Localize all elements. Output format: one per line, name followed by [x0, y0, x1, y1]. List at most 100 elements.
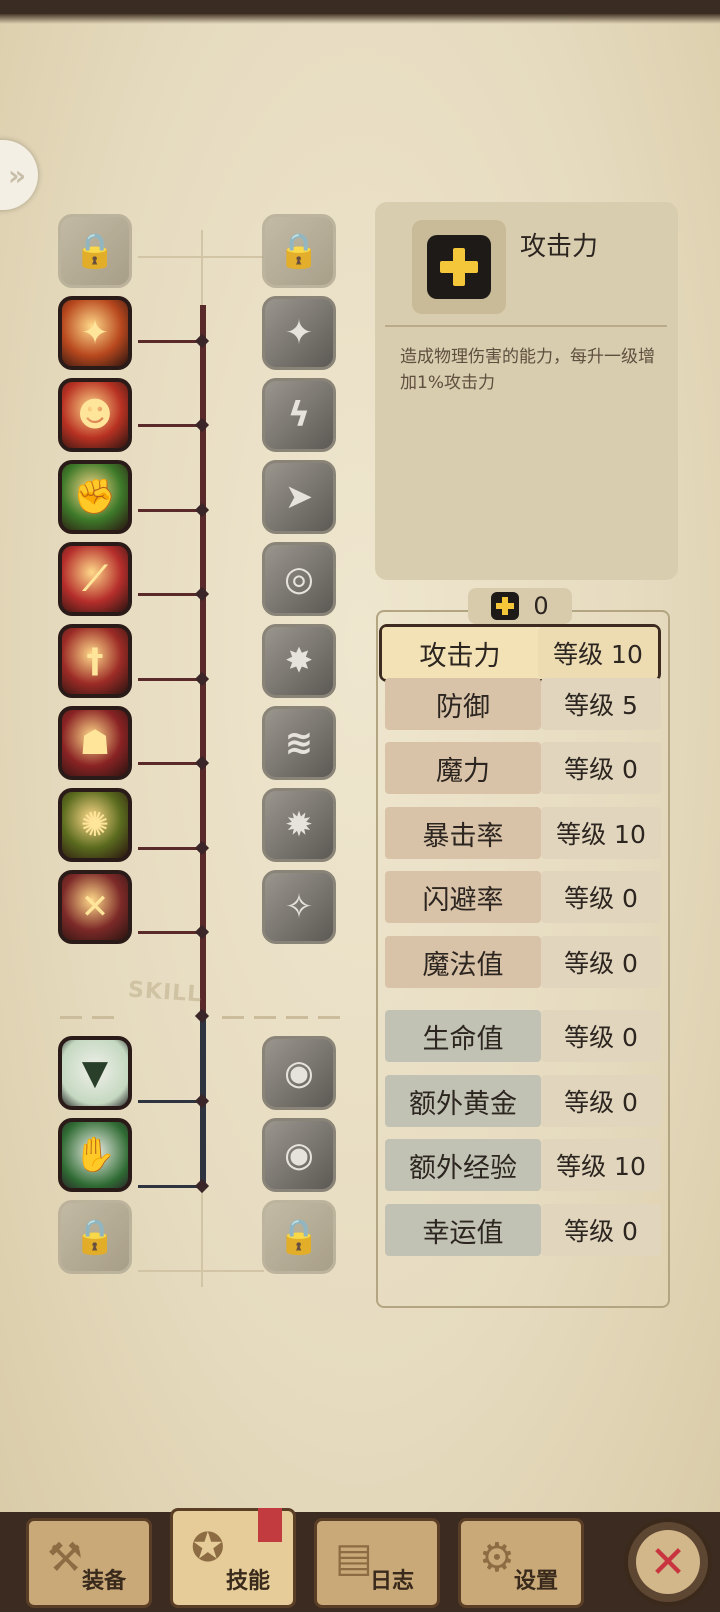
stat-name: 生命值	[385, 1010, 541, 1062]
stat-row[interactable]: 魔法值 等级 0	[385, 934, 661, 990]
locked-connector-top-vertical	[201, 230, 203, 306]
stat-name: 魔力	[385, 742, 541, 794]
stat-row[interactable]: 魔力 等级 0	[385, 740, 661, 796]
lightning-icon[interactable]: ϟ	[262, 378, 336, 452]
stat-name: 暴击率	[385, 807, 541, 859]
stat-level: 等级 10	[538, 627, 658, 679]
power-strike-icon[interactable]: ✦	[262, 296, 336, 370]
tree-node	[194, 840, 210, 856]
sparkle-spirit-icon[interactable]: ✧	[262, 870, 336, 944]
double-chevron-right-icon: »	[7, 158, 27, 192]
stat-row[interactable]: 额外黄金 等级 0	[385, 1073, 661, 1129]
stat-level: 等级 0	[541, 1204, 661, 1256]
tab-gear[interactable]: ⚙ 设置	[458, 1518, 584, 1608]
lock-icon[interactable]: 🔒	[58, 214, 132, 288]
stat-row[interactable]: 生命值 等级 0	[385, 1008, 661, 1064]
stat-level: 等级 0	[541, 1075, 661, 1127]
active-tab-bookmark	[258, 1508, 282, 1542]
stat-name: 魔法值	[385, 936, 541, 988]
swipe-icon[interactable]: ≋	[262, 706, 336, 780]
lock-icon[interactable]: 🔒	[262, 1200, 336, 1274]
stat-level: 等级 0	[541, 742, 661, 794]
burst-icon[interactable]: ✸	[262, 624, 336, 698]
blade-slash-icon[interactable]: ⟋	[58, 542, 132, 616]
explosion-icon[interactable]: ✹	[262, 788, 336, 862]
stat-name: 额外黄金	[385, 1075, 541, 1127]
journal-icon: ▤	[335, 1535, 373, 1581]
tab-label: 技能	[225, 1569, 270, 1594]
stat-row[interactable]: 幸运值 等级 0	[385, 1202, 661, 1258]
selected-skill-icon-frame	[412, 220, 506, 314]
stat-level: 等级 0	[541, 1010, 661, 1062]
tree-node	[194, 1008, 210, 1024]
gear-icon: ⚙	[479, 1535, 515, 1581]
stat-level: 等级 10	[541, 1139, 661, 1191]
whirlwind-icon[interactable]: ◎	[262, 542, 336, 616]
dash-icon[interactable]: ➤	[262, 460, 336, 534]
top-border	[0, 0, 720, 24]
plus-icon	[491, 592, 520, 620]
crossed-swords-icon[interactable]: ✕	[58, 870, 132, 944]
tree-node	[194, 755, 210, 771]
stat-name: 额外经验	[385, 1139, 541, 1191]
tree-node	[194, 333, 210, 349]
tree-node	[194, 671, 210, 687]
divider-dash	[222, 1016, 244, 1019]
divider-dash	[92, 1016, 114, 1019]
plus-icon	[427, 235, 491, 299]
stat-level: 等级 5	[541, 678, 661, 730]
lock-icon[interactable]: 🔒	[58, 1200, 132, 1274]
tree-node	[194, 1178, 210, 1194]
tab-label: 设置	[513, 1569, 558, 1594]
selected-skill-title: 攻击力	[520, 232, 599, 262]
muscle-arm-icon[interactable]: ✊	[58, 460, 132, 534]
divider-dash	[286, 1016, 308, 1019]
axe-icon: ⚒	[47, 1535, 83, 1581]
stat-level: 等级 0	[541, 871, 661, 923]
tree-node	[194, 924, 210, 940]
skill-tree-trunk-upper	[200, 305, 206, 1015]
rage-face-icon[interactable]: ☻	[58, 378, 132, 452]
info-divider	[385, 325, 667, 327]
shadow-assassin-icon[interactable]: ☗	[58, 706, 132, 780]
stat-level: 等级 10	[541, 807, 661, 859]
eye-chest-icon[interactable]: ◉	[262, 1118, 336, 1192]
golden-aura-icon[interactable]: ✺	[58, 788, 132, 862]
divider-dash	[318, 1016, 340, 1019]
stat-row[interactable]: 暴击率 等级 10	[385, 805, 661, 861]
expand-sidebar-button[interactable]: »	[0, 140, 38, 210]
tree-node	[194, 502, 210, 518]
tab-label: 装备	[81, 1569, 126, 1594]
eye-chest-icon[interactable]: ◉	[262, 1036, 336, 1110]
tab-journal[interactable]: ▤ 日志	[314, 1518, 440, 1608]
stat-row[interactable]: 攻击力 等级 10	[379, 624, 661, 682]
fire-attack-icon[interactable]: ✦	[58, 296, 132, 370]
divider-dash	[60, 1016, 82, 1019]
close-icon: ✕	[636, 1530, 700, 1594]
green-chest-icon[interactable]: ✋	[58, 1118, 132, 1192]
stat-name: 防御	[385, 678, 541, 730]
skill-icon: ✪	[191, 1525, 225, 1571]
red-chest-icon[interactable]: ▼	[58, 1036, 132, 1110]
divider-dash	[254, 1016, 276, 1019]
tab-label: 日志	[369, 1569, 414, 1594]
stat-row[interactable]: 额外经验 等级 10	[385, 1137, 661, 1193]
skill-points-value: 0	[533, 592, 549, 620]
stat-name: 闪避率	[385, 871, 541, 923]
close-button[interactable]: ✕	[624, 1518, 712, 1606]
locked-connector-bottom-vertical	[201, 1187, 203, 1287]
stat-name: 幸运值	[385, 1204, 541, 1256]
tree-node	[194, 586, 210, 602]
stat-name: 攻击力	[382, 627, 538, 679]
skill-divider-label: SKILL	[127, 977, 203, 1008]
tab-axe[interactable]: ⚒ 装备	[26, 1518, 152, 1608]
stat-row[interactable]: 闪避率 等级 0	[385, 869, 661, 925]
stat-level: 等级 0	[541, 936, 661, 988]
tree-node	[194, 417, 210, 433]
tree-node	[194, 1093, 210, 1109]
selected-skill-description: 造成物理伤害的能力，每升一级增加1%攻击力	[400, 347, 655, 393]
skill-points-badge: 0	[468, 588, 572, 624]
stat-row[interactable]: 防御 等级 5	[385, 676, 661, 732]
shield-lock-icon[interactable]: 🔒	[262, 214, 336, 288]
dagger-icon[interactable]: †	[58, 624, 132, 698]
